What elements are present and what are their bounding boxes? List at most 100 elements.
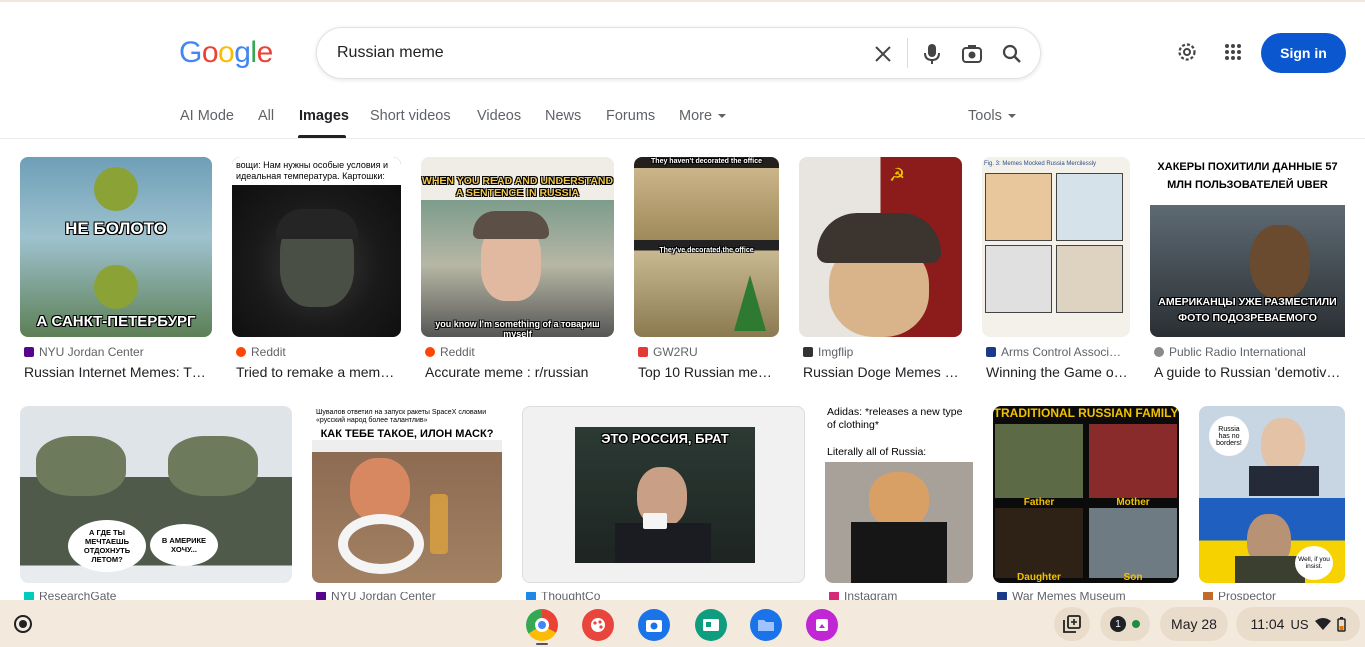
wifi-icon	[1314, 618, 1331, 630]
meme-caption-top: WHEN YOU READ AND UNDERSTAND A SENTENCE …	[421, 175, 614, 199]
image-result[interactable]: Fig. 3: Memes Mocked Russia Mercilessly …	[982, 157, 1130, 387]
tab-more-label: More	[679, 108, 713, 124]
dog-face-shape	[869, 472, 929, 528]
result-thumbnail[interactable]: вощи: Нам нужны особые условия и идеальн…	[232, 157, 401, 337]
top-border	[0, 0, 1365, 2]
image-result[interactable]: ЭТО РОССИЯ, БРАТ ThoughtCo	[522, 406, 805, 600]
meme-caption-bottom: А САНКТ-ПЕТЕРБУРГ	[36, 313, 196, 330]
sign-in-button[interactable]: Sign in	[1261, 33, 1346, 73]
search-input[interactable]: Russian meme	[337, 44, 444, 62]
image-result[interactable]: Adidas: *releases a new type of clothing…	[825, 406, 973, 600]
search-divider	[907, 38, 908, 68]
prospector-icon	[1203, 592, 1213, 600]
thoughtco-icon	[526, 592, 536, 600]
chrome-icon[interactable]	[526, 609, 558, 641]
result-title[interactable]: Winning the Game o…	[986, 364, 1130, 380]
app-running-indicator	[536, 643, 548, 645]
result-thumbnail[interactable]: TRADITIONAL RUSSIAN FAMILY Father Mother…	[993, 406, 1179, 583]
result-source[interactable]: Arms Control Associ…	[986, 345, 1130, 359]
result-thumbnail[interactable]: Шувалов ответил на запуск ракеты SpaceX …	[312, 406, 502, 583]
result-source[interactable]: NYU Jordan Center	[24, 345, 212, 359]
result-source[interactable]: Instagram	[829, 592, 973, 600]
result-title[interactable]: A guide to Russian 'demotiv…	[1154, 364, 1345, 380]
image-result[interactable]: ХАКЕРЫ ПОХИТИЛИ ДАННЫЕ 57 МЛН ПОЛЬЗОВАТЕ…	[1150, 157, 1345, 387]
os-taskbar: 1 May 28 11:04 US	[0, 600, 1365, 647]
canvas-app-icon[interactable]	[582, 609, 614, 641]
result-source[interactable]: Reddit	[236, 345, 401, 359]
image-result[interactable]: Шувалов ответил на запуск ракеты SpaceX …	[312, 406, 502, 600]
tools-button[interactable]: Tools	[968, 108, 1016, 124]
result-thumbnail[interactable]: ☭	[799, 157, 962, 337]
result-source[interactable]: NYU Jordan Center	[316, 592, 502, 600]
tab-forums[interactable]: Forums	[606, 108, 655, 124]
date-tray[interactable]: May 28	[1160, 607, 1228, 641]
result-title[interactable]: Tried to remake a meme…	[236, 364, 401, 380]
google-logo[interactable]: Google	[179, 36, 273, 70]
result-thumbnail[interactable]: Adidas: *releases a new type of clothing…	[825, 406, 973, 583]
launcher-icon[interactable]	[14, 615, 32, 633]
result-thumbnail[interactable]: ЭТО РОССИЯ, БРАТ	[522, 406, 805, 583]
result-source[interactable]: Imgflip	[803, 345, 962, 359]
classroom-app-icon[interactable]	[695, 609, 727, 641]
image-result[interactable]: А ГДЕ ТЫ МЕЧТАЕШЬ ОТДОХНУТЬ ЛЕТОМ? В АМЕ…	[20, 406, 292, 600]
result-thumbnail[interactable]: They haven't decorated the office They'v…	[634, 157, 779, 337]
clipboard-tray-button[interactable]	[1054, 607, 1090, 641]
image-result[interactable]: ☭ Imgflip Russian Doge Memes -…	[799, 157, 962, 387]
photo-area	[825, 462, 973, 583]
tab-short-videos[interactable]: Short videos	[370, 108, 451, 124]
image-result[interactable]: They haven't decorated the office They'v…	[634, 157, 779, 387]
image-result[interactable]: Russia has no borders! Well, if you insi…	[1199, 406, 1345, 600]
result-title[interactable]: Accurate meme : r/russian	[425, 364, 614, 380]
result-thumbnail[interactable]: ХАКЕРЫ ПОХИТИЛИ ДАННЫЕ 57 МЛН ПОЛЬЗОВАТЕ…	[1150, 157, 1345, 337]
result-title[interactable]: Top 10 Russian me…	[638, 364, 779, 380]
family-label: Father	[1023, 497, 1055, 508]
result-thumbnail[interactable]: Russia has no borders! Well, if you insi…	[1199, 406, 1345, 583]
image-result[interactable]: вощи: Нам нужны особые условия и идеальн…	[232, 157, 401, 387]
tab-more[interactable]: More	[679, 108, 727, 124]
result-source[interactable]: ThoughtCo	[526, 592, 805, 600]
image-result[interactable]: НЕ БОЛОТО А САНКТ-ПЕТЕРБУРГ NYU Jordan C…	[20, 157, 212, 387]
result-source[interactable]: Prospector	[1203, 592, 1345, 600]
result-thumbnail[interactable]: Fig. 3: Memes Mocked Russia Mercilessly	[982, 157, 1130, 337]
result-thumbnail[interactable]: А ГДЕ ТЫ МЕЧТАЕШЬ ОТДОХНУТЬ ЛЕТОМ? В АМЕ…	[20, 406, 292, 583]
image-result[interactable]: WHEN YOU READ AND UNDERSTAND A SENTENCE …	[421, 157, 614, 387]
photo-area: ЭТО РОССИЯ, БРАТ	[575, 427, 755, 563]
result-thumbnail[interactable]: НЕ БОЛОТО А САНКТ-ПЕТЕРБУРГ	[20, 157, 212, 337]
status-tray[interactable]: 11:04 US	[1236, 607, 1360, 641]
clear-icon[interactable]	[871, 42, 895, 66]
result-source[interactable]: ResearchGate	[24, 592, 292, 600]
missile-face-shape	[168, 436, 258, 496]
image-result[interactable]: TRADITIONAL RUSSIAN FAMILY Father Mother…	[993, 406, 1179, 600]
meme-caption-top: КАК ТЕБЕ ТАКОЕ, ИЛОН МАСК?	[312, 428, 502, 440]
apps-grid-icon[interactable]	[1221, 40, 1245, 64]
notification-tray[interactable]: 1	[1100, 607, 1150, 641]
result-thumbnail[interactable]: WHEN YOU READ AND UNDERSTAND A SENTENCE …	[421, 157, 614, 337]
result-source[interactable]: War Memes Museum	[997, 592, 1179, 600]
speech-bubble: А ГДЕ ТЫ МЕЧТАЕШЬ ОТДОХНУТЬ ЛЕТОМ?	[68, 520, 146, 572]
tracksuit-shape	[851, 522, 947, 583]
camera-lens-icon[interactable]	[960, 42, 984, 66]
tab-videos[interactable]: Videos	[477, 108, 521, 124]
search-box[interactable]: Russian meme	[316, 27, 1041, 79]
files-app-icon[interactable]	[750, 609, 782, 641]
instagram-icon	[829, 592, 839, 600]
keyboard-locale: US	[1290, 616, 1309, 632]
tab-images[interactable]: Images	[299, 108, 349, 124]
meme-caption-top: TRADITIONAL RUSSIAN FAMILY	[993, 406, 1179, 420]
result-title[interactable]: Russian Doge Memes -…	[803, 364, 962, 380]
result-title[interactable]: Russian Internet Memes: T…	[24, 364, 212, 380]
face-shape	[350, 458, 410, 522]
shrek-face-icon	[94, 265, 138, 309]
gallery-app-icon[interactable]	[806, 609, 838, 641]
microphone-icon[interactable]	[920, 42, 944, 66]
settings-gear-icon[interactable]	[1175, 40, 1199, 64]
tab-ai-mode[interactable]: AI Mode	[180, 108, 234, 124]
camera-app-icon[interactable]	[638, 609, 670, 641]
tab-news[interactable]: News	[545, 108, 581, 124]
result-source[interactable]: Reddit	[425, 345, 614, 359]
speech-bubble: Russia has no borders!	[1209, 416, 1249, 456]
result-source[interactable]: Public Radio International	[1154, 345, 1345, 359]
search-icon[interactable]	[1000, 42, 1024, 66]
result-source[interactable]: GW2RU	[638, 345, 779, 359]
tab-all[interactable]: All	[258, 108, 274, 124]
